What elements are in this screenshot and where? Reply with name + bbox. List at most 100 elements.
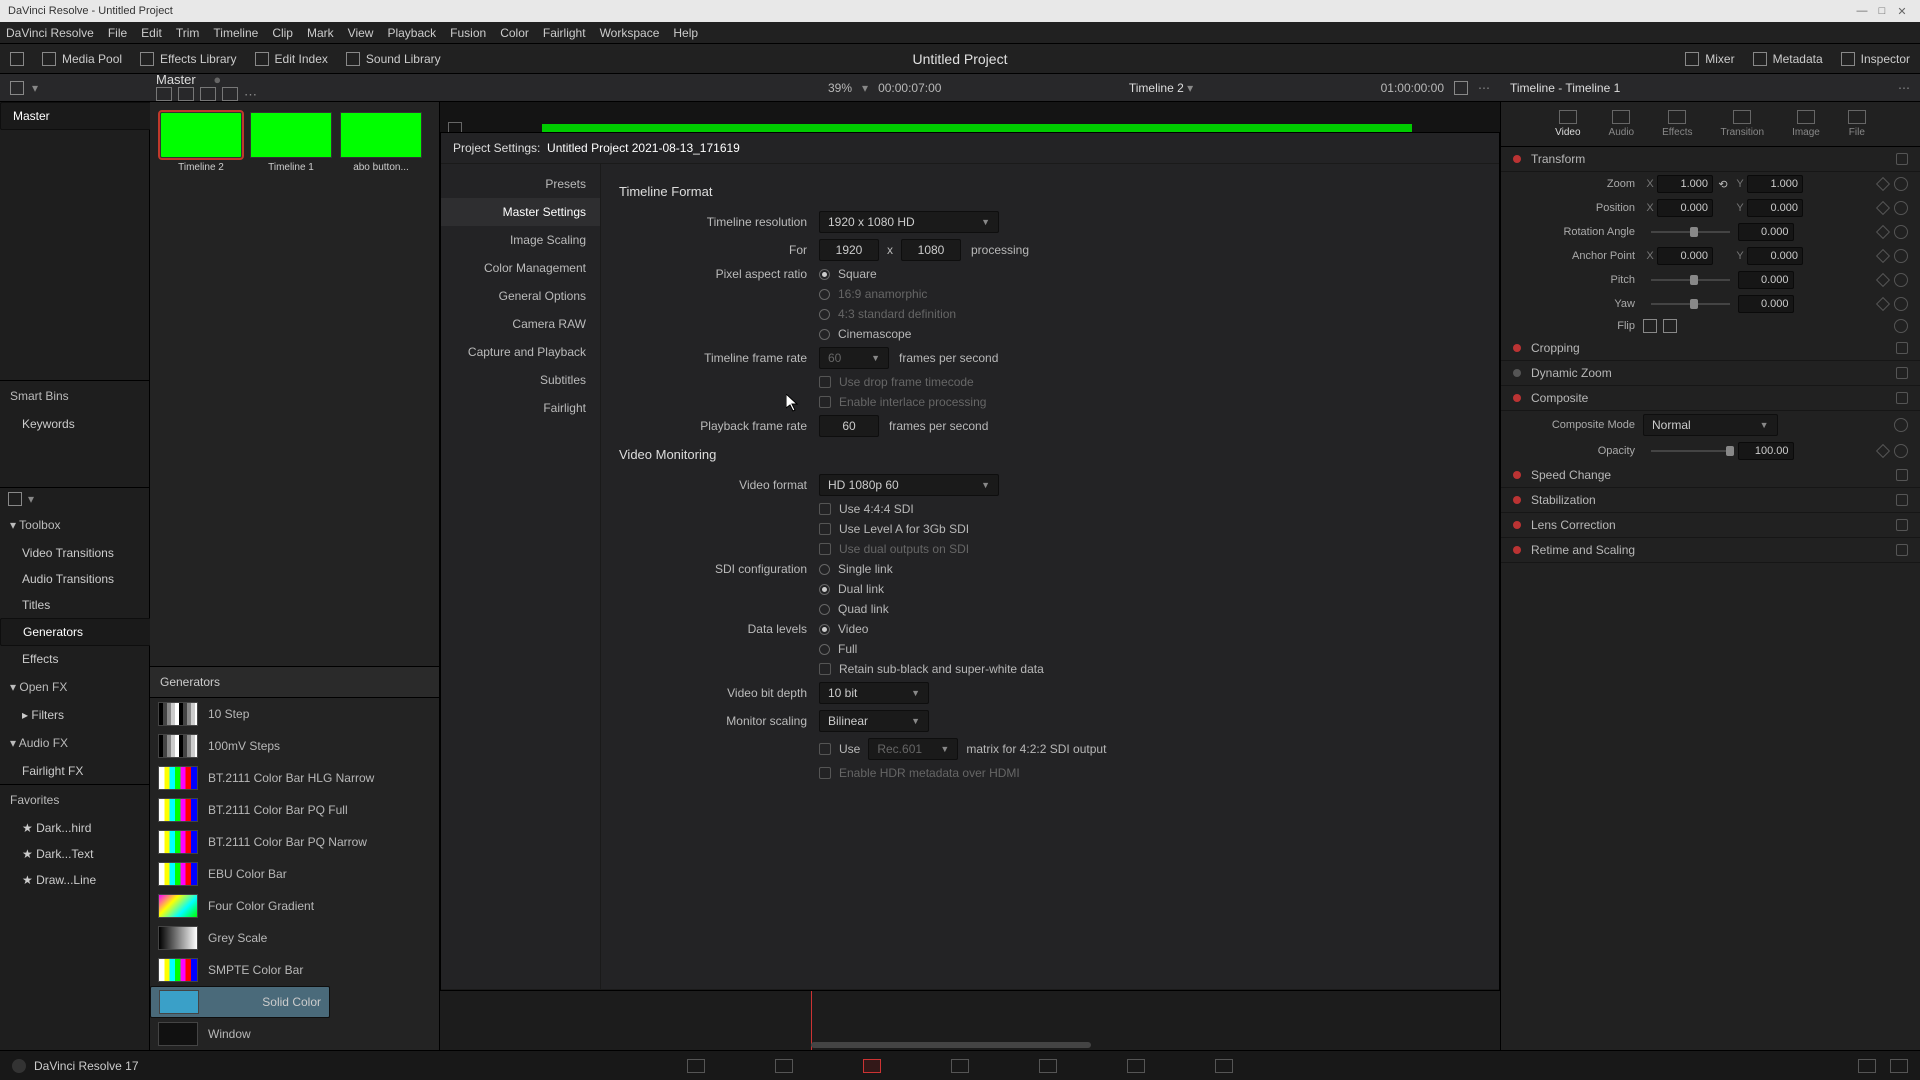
favorite-item[interactable]: ★ Dark...Text <box>0 841 149 867</box>
timeline-resolution-select[interactable]: 1920 x 1080 HD▼ <box>819 211 999 233</box>
section-cropping[interactable]: Cropping <box>1501 336 1920 361</box>
settings-tab-general-options[interactable]: General Options <box>441 282 600 310</box>
section-composite[interactable]: Composite <box>1501 386 1920 411</box>
inspector-tab-image[interactable]: Image <box>1792 110 1820 138</box>
bin-opt-icon[interactable] <box>8 492 22 506</box>
flip-v-icon[interactable] <box>1663 319 1677 333</box>
menu-help[interactable]: Help <box>673 26 698 40</box>
metadata-button[interactable]: Metadata <box>1753 52 1823 66</box>
settings-icon[interactable] <box>1890 1059 1908 1073</box>
smartbin-keywords[interactable]: Keywords <box>0 411 149 437</box>
bitdepth-select[interactable]: 10 bit▼ <box>819 682 929 704</box>
settings-tab-fairlight[interactable]: Fairlight <box>441 394 600 422</box>
generator-item[interactable]: Solid Color <box>150 986 330 1018</box>
clip-thumb[interactable] <box>250 112 332 158</box>
home-icon[interactable] <box>1858 1059 1876 1073</box>
generator-item[interactable]: 10 Step <box>150 698 439 730</box>
page-media-icon[interactable] <box>687 1059 705 1073</box>
toolbox-titles[interactable]: Titles <box>0 592 149 618</box>
inspector-tab-video[interactable]: Video <box>1555 110 1580 138</box>
menu-trim[interactable]: Trim <box>176 26 200 40</box>
toolbox-audio-transitions[interactable]: Audio Transitions <box>0 566 149 592</box>
dl-video-radio[interactable] <box>819 624 830 635</box>
mixer-button[interactable]: Mixer <box>1685 52 1734 66</box>
menu-timeline[interactable]: Timeline <box>213 26 258 40</box>
use444-check[interactable] <box>819 503 831 515</box>
generator-item[interactable]: Grey Scale <box>150 922 439 954</box>
sdi-quad-radio[interactable] <box>819 604 830 615</box>
generator-item[interactable]: BT.2111 Color Bar PQ Full <box>150 794 439 826</box>
filters-item[interactable]: ▸ Filters <box>0 702 149 728</box>
settings-tab-capture-and-playback[interactable]: Capture and Playback <box>441 338 600 366</box>
yaw-input[interactable]: 0.000 <box>1738 295 1794 313</box>
menu-clip[interactable]: Clip <box>272 26 293 40</box>
page-cut-icon[interactable] <box>775 1059 793 1073</box>
retain-check[interactable] <box>819 663 831 675</box>
fairlightfx-item[interactable]: Fairlight FX <box>0 758 149 784</box>
rotation-slider[interactable] <box>1651 231 1730 233</box>
generator-item[interactable]: Window <box>150 1018 439 1050</box>
menu-view[interactable]: View <box>348 26 374 40</box>
reset-icon[interactable] <box>1894 177 1908 191</box>
page-fusion-icon[interactable] <box>951 1059 969 1073</box>
clip-thumb[interactable] <box>160 112 242 158</box>
menu-playback[interactable]: Playback <box>387 26 436 40</box>
settings-tab-color-management[interactable]: Color Management <box>441 254 600 282</box>
keyframe-icon[interactable] <box>1876 177 1890 191</box>
close-button[interactable]: ✕ <box>1892 5 1912 18</box>
generator-item[interactable]: 100mV Steps <box>150 730 439 762</box>
view-list-icon[interactable] <box>178 87 194 101</box>
playhead[interactable] <box>811 991 812 1050</box>
page-edit-icon[interactable] <box>863 1059 881 1073</box>
search-icon[interactable] <box>222 87 238 101</box>
inspector-tab-file[interactable]: File <box>1848 110 1866 138</box>
settings-tab-master-settings[interactable]: Master Settings <box>441 198 600 226</box>
levela-check[interactable] <box>819 523 831 535</box>
view-strip-icon[interactable] <box>200 87 216 101</box>
anchor-x-input[interactable]: 0.000 <box>1657 247 1713 265</box>
section-transform[interactable]: Transform <box>1501 147 1920 172</box>
openfx-header[interactable]: ▾ Open FX <box>0 672 149 702</box>
menu-color[interactable]: Color <box>500 26 529 40</box>
zoom-x-input[interactable]: 1.000 <box>1657 175 1713 193</box>
settings-tab-subtitles[interactable]: Subtitles <box>441 366 600 394</box>
section-dynamic-zoom[interactable]: Dynamic Zoom <box>1501 361 1920 386</box>
inspector-tab-audio[interactable]: Audio <box>1609 110 1635 138</box>
menu-davinciresolve[interactable]: DaVinci Resolve <box>6 26 94 40</box>
generator-item[interactable]: EBU Color Bar <box>150 858 439 890</box>
pos-y-input[interactable]: 0.000 <box>1747 199 1803 217</box>
page-deliver-icon[interactable] <box>1215 1059 1233 1073</box>
use-matrix-check[interactable] <box>819 743 831 755</box>
favorite-item[interactable]: ★ Dark...hird <box>0 815 149 841</box>
media-pool-button[interactable]: Media Pool <box>42 52 122 66</box>
section-lens[interactable]: Lens Correction <box>1501 513 1920 538</box>
rotation-input[interactable]: 0.000 <box>1738 223 1794 241</box>
section-speed[interactable]: Speed Change <box>1501 463 1920 488</box>
audiofx-header[interactable]: ▾ Audio FX <box>0 728 149 758</box>
par-square-radio[interactable] <box>819 269 830 280</box>
sdi-dual-radio[interactable] <box>819 584 830 595</box>
minimize-button[interactable]: — <box>1852 5 1872 17</box>
settings-tab-presets[interactable]: Presets <box>441 170 600 198</box>
sound-library-button[interactable]: Sound Library <box>346 52 441 66</box>
effects-library-button[interactable]: Effects Library <box>140 52 236 66</box>
maximize-button[interactable]: □ <box>1872 5 1892 17</box>
page-color-icon[interactable] <box>1039 1059 1057 1073</box>
res-height-input[interactable]: 1080 <box>901 239 961 261</box>
viewer-opt-icon[interactable] <box>1454 81 1468 95</box>
yaw-slider[interactable] <box>1651 303 1730 305</box>
edit-index-button[interactable]: Edit Index <box>255 52 328 66</box>
clip-thumb[interactable] <box>340 112 422 158</box>
view-thumb-icon[interactable] <box>156 87 172 101</box>
viewer-clip-name[interactable]: Timeline 2 <box>1129 81 1184 95</box>
toolbox-effects[interactable]: Effects <box>0 646 149 672</box>
favorite-item[interactable]: ★ Draw...Line <box>0 867 149 893</box>
layout-icon[interactable] <box>10 52 24 66</box>
pitch-input[interactable]: 0.000 <box>1738 271 1794 289</box>
inspector-tab-transition[interactable]: Transition <box>1721 110 1765 138</box>
toolbox-header[interactable]: ▾ Toolbox <box>0 510 149 540</box>
pos-x-input[interactable]: 0.000 <box>1657 199 1713 217</box>
zoom-level[interactable]: 39% <box>828 81 852 95</box>
settings-tab-camera-raw[interactable]: Camera RAW <box>441 310 600 338</box>
monitor-scaling-select[interactable]: Bilinear▼ <box>819 710 929 732</box>
